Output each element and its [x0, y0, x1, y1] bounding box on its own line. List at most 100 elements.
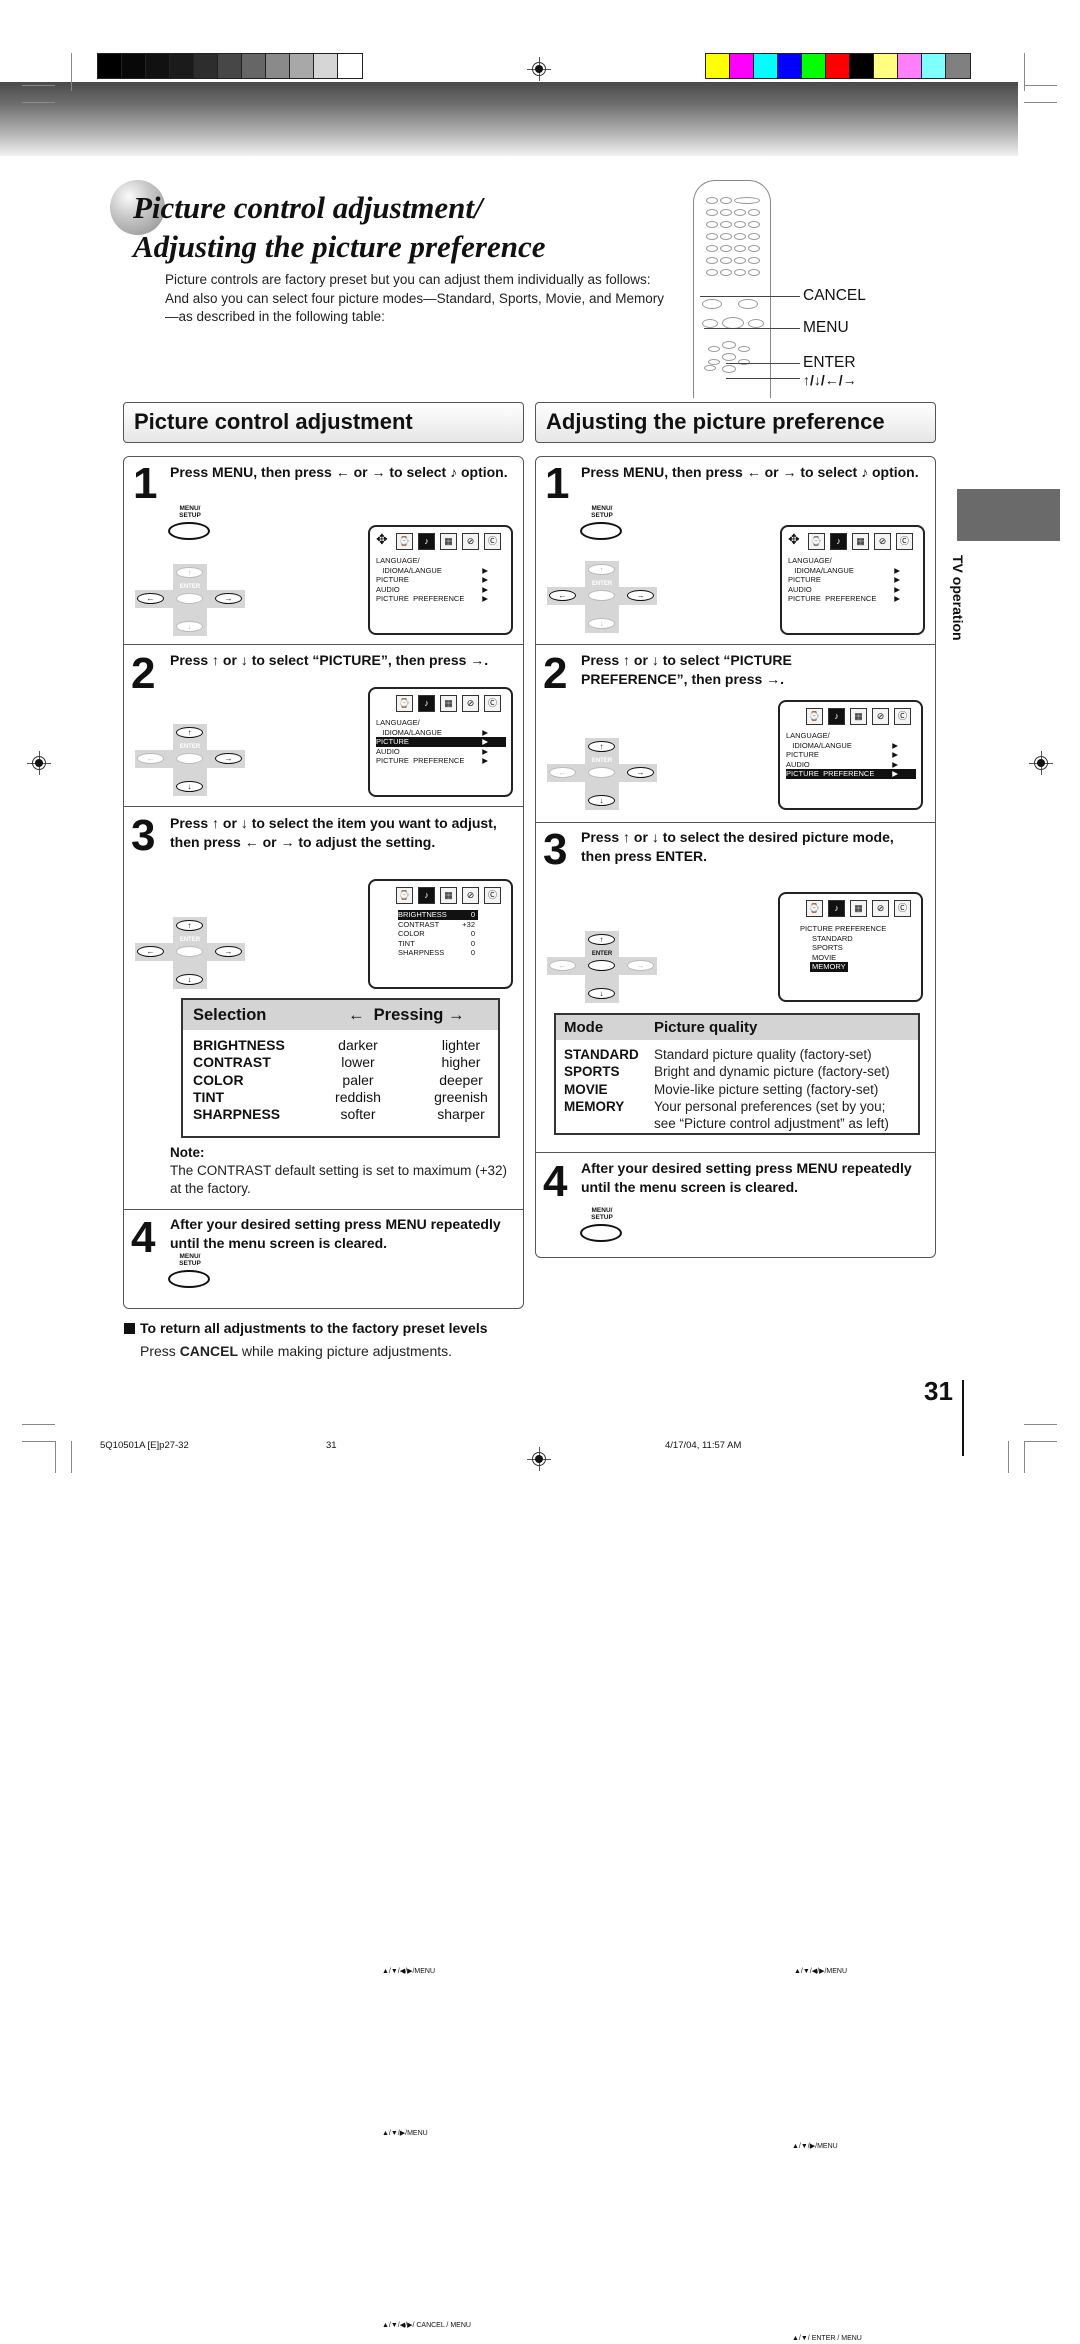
enter-button[interactable] — [176, 946, 203, 957]
left-button[interactable]: ← — [549, 590, 576, 601]
osd-menu-item-label: PICTURE — [376, 575, 409, 584]
left-button[interactable]: ← — [549, 960, 576, 971]
left-button[interactable]: ← — [137, 593, 164, 604]
down-button[interactable]: ↓ — [176, 781, 203, 792]
factory-reset-cancel-keyword: CANCEL — [179, 1343, 239, 1359]
step-instruction: Press MENU, then press ← or → to select … — [170, 464, 508, 480]
clock-icon: ⌚ — [806, 900, 823, 917]
down-button[interactable]: ↓ — [588, 795, 615, 806]
right-button[interactable]: → — [627, 960, 654, 971]
remote-button — [706, 197, 718, 204]
remote-button — [738, 299, 758, 309]
up-button[interactable]: ↑ — [176, 727, 203, 738]
down-button[interactable]: ↓ — [588, 988, 615, 999]
grayscale-swatch — [98, 54, 122, 78]
left-button[interactable]: ← — [549, 767, 576, 778]
up-button[interactable]: ↑ — [588, 741, 615, 752]
cc-icon: Ⓒ — [484, 887, 501, 904]
step-number: 4 — [543, 1157, 568, 1206]
selection-item: BRIGHTNESS — [193, 1037, 285, 1053]
crop-mark — [22, 102, 55, 103]
right-button[interactable]: → — [627, 767, 654, 778]
osd-menu-item: PICTURE PREFERENCE ▶ — [786, 769, 916, 779]
enter-button[interactable] — [588, 960, 615, 971]
left-button[interactable]: ← — [137, 753, 164, 764]
enter-label: ENTER — [591, 581, 613, 587]
osd-icon-row: ⌚ ♪ ▦ ⊘ Ⓒ — [808, 533, 913, 550]
enter-label: ENTER — [591, 951, 613, 957]
down-button[interactable]: ↓ — [588, 618, 615, 629]
remote-label-menu: MENU — [803, 319, 849, 336]
selection-left-effect: paler — [342, 1071, 374, 1088]
step-divider — [123, 806, 524, 807]
header-selection: Selection — [193, 1006, 267, 1024]
lock-icon: ⊘ — [874, 533, 891, 550]
left-button[interactable]: ← — [137, 946, 164, 957]
crop-mark — [1024, 85, 1057, 86]
grayscale-swatch — [314, 54, 338, 78]
osd-setting-label: TINT — [398, 938, 415, 948]
enter-button[interactable] — [176, 593, 203, 604]
osd-submenu-arrow-icon: ▶ — [482, 584, 488, 594]
picture-icon: ♪ — [418, 887, 435, 904]
menu-setup-button[interactable] — [168, 522, 210, 540]
enter-button[interactable] — [588, 767, 615, 778]
up-button[interactable]: ↑ — [588, 934, 615, 945]
step-divider — [535, 644, 936, 645]
remote-button — [748, 257, 760, 264]
enter-button[interactable] — [176, 753, 203, 764]
right-button[interactable]: → — [215, 753, 242, 764]
osd-picture-menu: ⌚ ♪ ▦ ⊘ Ⓒ BRIGHTNESS 0 CONTRAST +32 COLOR 0 TINT 0 SH… — [368, 879, 513, 2329]
osd-submenu-arrow-icon: ▶ — [894, 565, 900, 575]
remote-button — [702, 319, 718, 328]
lock-icon: ⊘ — [872, 708, 889, 725]
crop-mark — [71, 53, 72, 91]
osd-menu-item-label: LANGUAGE/ — [786, 731, 830, 740]
up-button[interactable]: ↑ — [588, 564, 615, 575]
down-button[interactable]: ↓ — [176, 974, 203, 985]
page-number-rule — [962, 1380, 964, 1456]
down-button[interactable]: ↓ — [176, 621, 203, 632]
remote-button — [708, 346, 720, 352]
osd-submenu-arrow-icon: ▶ — [482, 756, 488, 765]
osd-submenu-arrow-icon: ▶ — [892, 740, 898, 750]
registration-mark-right — [1029, 751, 1053, 775]
registration-mark-left — [27, 751, 51, 775]
right-button[interactable]: → — [215, 593, 242, 604]
color-swatch — [898, 54, 922, 78]
menu-setup-button[interactable] — [168, 1270, 210, 1288]
crop-mark — [22, 1441, 55, 1442]
osd-submenu-arrow-icon: ▶ — [892, 769, 898, 778]
mode-description: see “Picture control adjustment” as left… — [654, 1116, 889, 1132]
remote-button — [734, 233, 746, 240]
enter-pad: ↑ ENTER ← → ↓ — [135, 917, 245, 989]
osd-submenu-arrow-icon: ▶ — [894, 575, 900, 584]
right-button[interactable]: → — [215, 946, 242, 957]
remote-button — [734, 245, 746, 252]
up-button[interactable]: ↑ — [176, 920, 203, 931]
color-swatch — [778, 54, 802, 78]
remote-button — [704, 365, 716, 371]
step-number: 3 — [131, 811, 156, 860]
enter-button[interactable] — [588, 590, 615, 601]
osd-menu-item-label: AUDIO — [786, 759, 810, 769]
osd-menu-item-label: LANGUAGE/ — [788, 556, 832, 565]
color-swatch — [850, 54, 874, 78]
enter-label: ENTER — [179, 744, 201, 750]
remote-button — [734, 209, 746, 216]
menu-setup-button[interactable] — [580, 522, 622, 540]
grid-icon: ▦ — [850, 900, 867, 917]
up-button[interactable]: ↑ — [176, 567, 203, 578]
lock-icon: ⊘ — [872, 900, 889, 917]
section-heading-picture-control: Picture control adjustment — [123, 402, 524, 443]
osd-submenu-arrow-icon: ▶ — [482, 594, 488, 603]
osd-navigation-icon: ✥ — [788, 531, 800, 547]
menu-setup-button[interactable] — [580, 1224, 622, 1242]
clock-icon: ⌚ — [806, 708, 823, 725]
osd-menu-item: IDIOMA/LANGUE ▶ — [376, 566, 506, 576]
right-button[interactable]: → — [627, 590, 654, 601]
crop-mark — [22, 85, 55, 86]
osd-menu-item: IDIOMA/LANGUE ▶ — [786, 741, 916, 751]
osd-menu-item: PICTURE PREFERENCE ▶ — [788, 594, 918, 604]
osd-setting-label: COLOR — [398, 929, 425, 938]
